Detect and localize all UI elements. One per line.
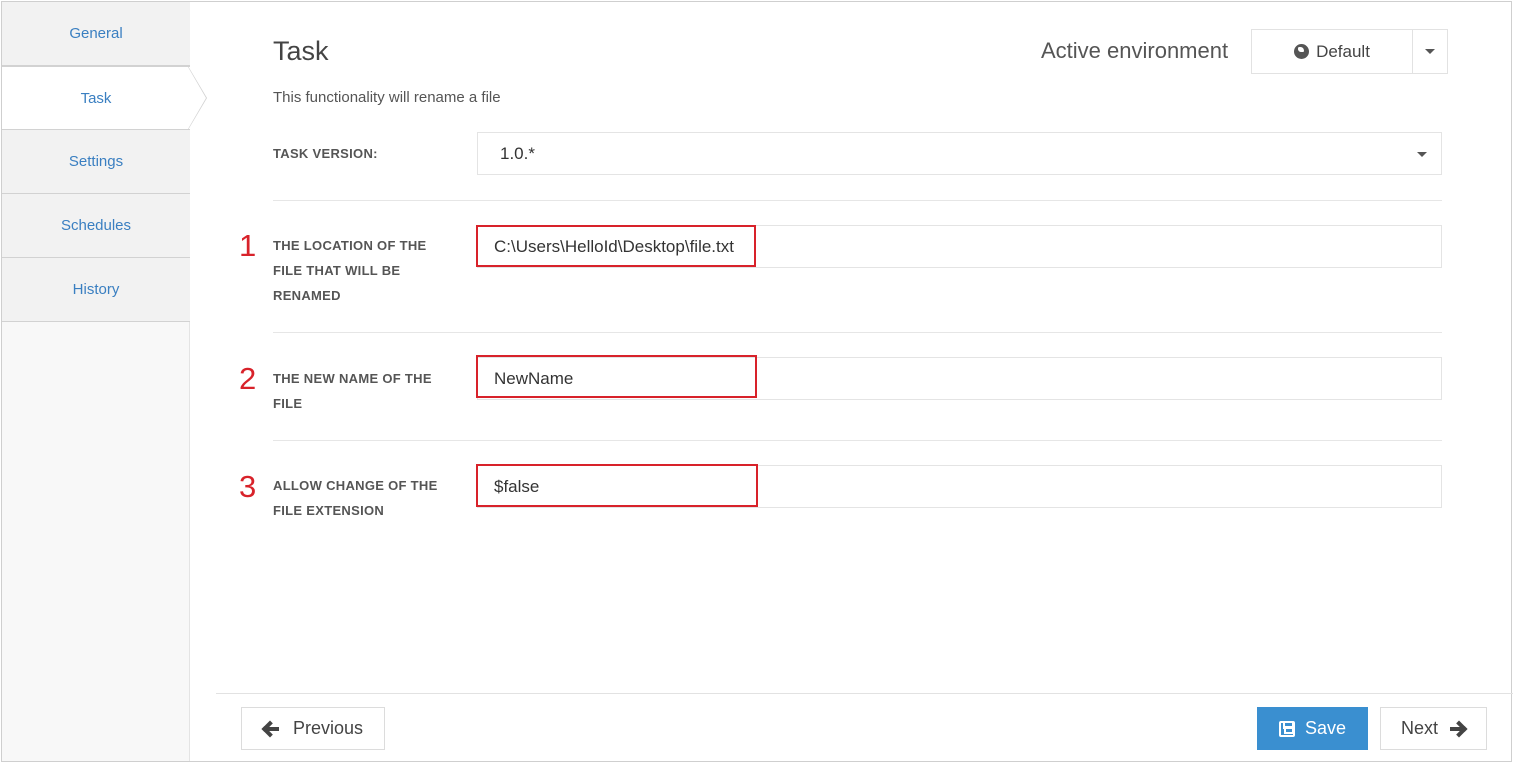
page-title: Task [273,36,329,66]
sidebar-item-label: History [72,281,120,298]
allow-extension-change-label: ALLOW CHANGE OF THE FILE EXTENSION [273,478,438,518]
sidebar-item-label: Task [80,89,112,107]
save-button-label: Save [1304,718,1347,738]
active-tab-pointer-fill [188,67,206,129]
sidebar-item-settings[interactable]: Settings [2,130,190,194]
annotation-highlight-1 [476,225,756,267]
arrow-right-icon [1450,722,1466,736]
annotation-highlight-2 [476,355,757,398]
save-button[interactable]: Save [1257,707,1368,750]
caret-down-icon [1425,49,1435,54]
environment-button[interactable]: Default [1252,30,1413,73]
divider [273,200,1442,201]
annotation-highlight-3 [476,464,758,507]
sidebar-item-schedules[interactable]: Schedules [2,194,190,258]
floppy-disk-icon [1278,720,1295,737]
sidebar-item-task[interactable]: Task [2,66,190,130]
sidebar-item-history[interactable]: History [2,258,190,322]
globe-icon [1294,44,1310,59]
environment-value: Default [1316,41,1370,61]
divider [273,440,1442,441]
footer-divider [216,693,1513,694]
new-name-label: THE NEW NAME OF THE FILE [273,371,432,411]
caret-down-icon [1417,152,1427,157]
sidebar-item-general[interactable]: General [2,2,190,66]
file-location-label: THE LOCATION OF THE FILE THAT WILL BE RE… [273,238,427,303]
sidebar-item-label: Settings [68,153,124,170]
environment-select[interactable]: Default [1251,29,1448,74]
environment-dropdown-toggle[interactable] [1413,30,1447,73]
previous-button-label: Previous [292,718,364,738]
page-subtitle: This functionality will rename a file [273,89,501,106]
task-version-label: TASK VERSION: [273,146,378,161]
task-version-select[interactable]: 1.0.* [477,132,1442,175]
next-button[interactable]: Next [1380,707,1487,750]
annotation-number-3: 3 [239,469,257,504]
environment-label: Active environment [1041,38,1229,63]
task-editor-window: General Task Settings Schedules History … [1,1,1513,762]
next-button-label: Next [1400,718,1438,738]
annotation-number-2: 2 [239,361,257,396]
task-version-value: 1.0.* [500,143,535,163]
divider [273,332,1442,333]
sidebar-item-label: General [69,25,123,42]
annotation-number-1: 1 [239,228,257,263]
arrow-left-icon [263,722,279,736]
previous-button[interactable]: Previous [241,707,385,750]
sidebar-item-label: Schedules [60,217,132,234]
sidebar: General Task Settings Schedules History [2,2,190,761]
